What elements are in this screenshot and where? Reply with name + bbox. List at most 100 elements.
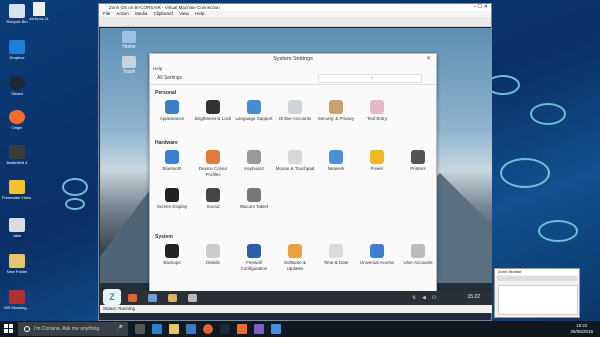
recycle-bin-icon [9,4,25,18]
settings-item-user-accounts[interactable]: User Accounts [398,244,438,266]
system-settings-dialog: System Settings ✕ Help All Settings ⌕ Pe… [149,53,437,299]
menu-clipboard[interactable]: Clipboard [154,11,173,16]
clock-icon [329,244,343,258]
menu-action[interactable]: Action [116,11,129,16]
firefox-icon[interactable] [128,294,137,302]
desktop-icon-battlefield[interactable]: Battlefield 4 [2,145,32,165]
settings-item-details[interactable]: Details [193,244,233,266]
settings-item-label: Online Accounts [278,116,312,121]
settings-item-sound[interactable]: Sound [193,188,233,210]
network-tray-icon[interactable]: ⇅ [412,295,416,301]
settings-item-security[interactable]: Security & Privacy [316,100,356,122]
settings-item-firewall[interactable]: Firewall Configuration [234,244,274,271]
cortana-search-input[interactable]: I'm Cortana. Ask me anything. 🎤 [18,322,128,336]
file-explorer-icon[interactable] [169,324,179,334]
search-icon: ⌕ [371,75,374,81]
settings-item-display[interactable]: Screen Display [152,188,192,210]
menu-help[interactable]: Help [195,11,204,16]
desktop-icon-freemake[interactable]: Freemake Video C... [2,180,32,200]
wacom-icon [247,188,261,202]
settings-item-keyboard[interactable]: Keyboard [234,150,274,172]
dialog-title-bar[interactable]: System Settings ✕ [150,54,436,65]
help-menu[interactable]: Help [150,65,436,73]
settings-item-universal-access[interactable]: Universal Access [357,244,397,266]
details-icon [206,244,220,258]
mini-content [498,285,578,315]
mouse-icon [9,290,25,304]
keyboard-icon [247,150,261,164]
hyperv-icon[interactable] [254,324,264,334]
vm-title-bar[interactable]: Zorin OS on BI-CORSAIR - Virtual Machine… [99,4,491,11]
desktop-icon-mouse[interactable]: MS Mousing... [2,290,32,310]
origin-icon[interactable] [237,324,247,334]
task-view-icon[interactable] [135,324,145,334]
host-clock[interactable]: 15:22 26/05/2016 [570,323,593,335]
user-accounts-icon [411,244,425,258]
guest-clock[interactable]: 15:22 [467,294,480,300]
backups-icon [165,244,179,258]
settings-item-appearance[interactable]: Appearance [152,100,192,122]
search-input[interactable]: ⌕ [318,74,422,83]
edge-icon[interactable] [152,324,162,334]
all-settings-button[interactable]: All Settings [157,75,182,81]
microphone-icon[interactable]: 🎤 [116,322,123,336]
file-icon [33,2,45,16]
ring-decoration [530,103,566,125]
settings-item-label: Appearance [159,116,185,121]
firewall-icon [247,244,261,258]
settings-item-power[interactable]: Power [357,150,397,172]
guest-icon-home[interactable]: Home [114,31,144,50]
settings-app-icon[interactable] [188,294,197,302]
settings-item-backups[interactable]: Backups [152,244,192,266]
settings-item-network[interactable]: Network [316,150,356,172]
desktop-icon-steam[interactable]: Steam [2,76,32,96]
settings-item-label: Software & Updates [283,260,306,271]
files-icon[interactable] [148,294,157,302]
settings-item-wacom[interactable]: Wacom Tablet [234,188,274,210]
desktop-icon-new-folder[interactable]: New Folder [2,254,32,274]
menu-file[interactable]: File [103,11,110,16]
settings-item-text-entry[interactable]: Text Entry [357,100,397,122]
settings-item-label: Time & Date [323,260,349,265]
volume-tray-icon[interactable]: ◀ [422,295,426,301]
desktop-icon-origin[interactable]: Origin [2,110,32,130]
firefox-icon[interactable] [203,324,213,334]
settings-item-label: Bluetooth [162,166,182,171]
software-icon[interactable] [168,294,177,302]
guest-screen: Home Trash System Settings ✕ Help All Se… [100,28,492,313]
store-icon[interactable] [186,324,196,334]
menu-view[interactable]: View [179,11,189,16]
window-controls[interactable]: – ☐ ✕ [474,4,488,11]
guest-panel: Z ⇅ ◀ ⏻ 15:22 [100,289,492,305]
settings-item-color-profiles[interactable]: Device Colour Profiles [193,150,233,177]
menu-media[interactable]: Media [135,11,147,16]
settings-item-printer[interactable]: Printers [398,150,438,172]
windows-start-icon[interactable] [4,324,14,334]
settings-item-bluetooth[interactable]: Bluetooth [152,150,192,172]
settings-item-label: Sound [206,204,220,209]
settings-item-language[interactable]: Language Support [234,100,274,122]
desktop-icon-dropbox[interactable]: Dropbox [2,40,32,60]
close-icon[interactable]: ✕ [426,54,431,65]
settings-item-label: Firewall Configuration [240,260,268,271]
settings-item-label: Brightness & Lock [194,116,232,121]
desktop-icon-file[interactable]: zorin-os-11 [24,2,54,21]
section-hardware: Hardware [155,140,178,146]
settings-item-mouse[interactable]: Mouse & Touchpad [275,150,315,172]
settings-item-software[interactable]: Software & Updates [275,244,315,271]
language-icon [247,100,261,114]
steam-icon[interactable] [220,324,230,334]
settings-item-brightness-lock[interactable]: Brightness & Lock [193,100,233,122]
settings-item-cloud[interactable]: Online Accounts [275,100,315,122]
power-tray-icon[interactable]: ⏻ [432,295,436,301]
zorin-menu-icon[interactable]: Z [103,289,121,305]
desktop-icon-jake[interactable]: Jake [2,218,32,238]
app-icon[interactable] [271,324,281,334]
text-entry-icon [370,100,384,114]
trash-icon [122,56,136,68]
guest-icon-trash[interactable]: Trash [114,56,144,75]
host-taskbar: I'm Cortana. Ask me anything. 🎤 15:22 26… [0,321,600,337]
settings-toolbar: All Settings ⌕ [150,73,436,85]
settings-item-clock[interactable]: Time & Date [316,244,356,266]
mini-toolbar [497,276,577,281]
